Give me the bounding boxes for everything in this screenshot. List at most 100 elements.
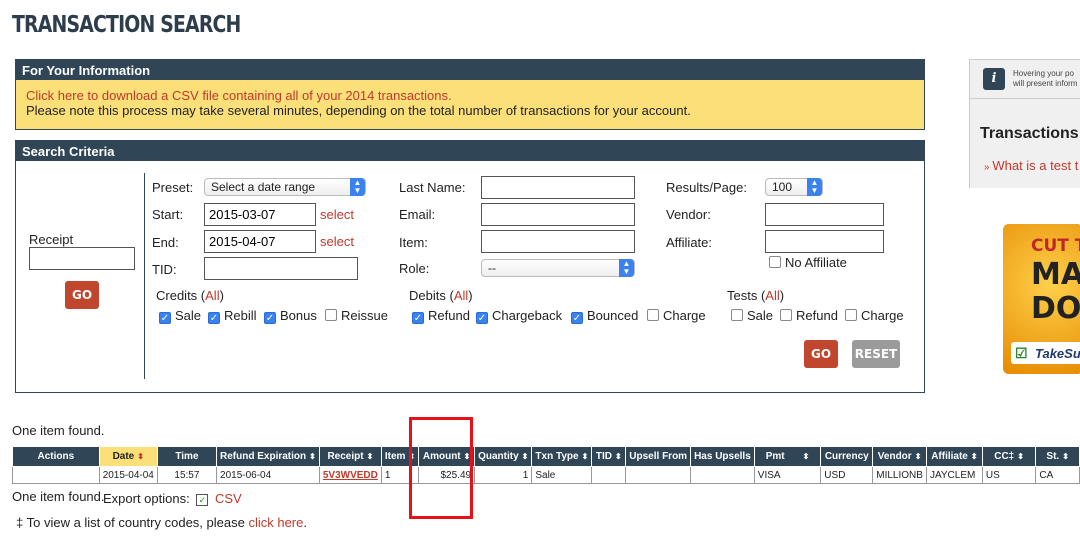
credits-label: Credits <box>156 288 198 303</box>
checkmark-icon: ✓ <box>571 312 583 324</box>
column-header-sortable[interactable]: Pmt ⬍ <box>753 446 822 467</box>
receipt-go-button[interactable]: GO <box>65 281 99 309</box>
debits-charge-checkbox[interactable]: Charge <box>647 308 706 323</box>
end-select-link[interactable]: select <box>320 234 354 249</box>
csv-download-link[interactable]: Click here to download a CSV file contai… <box>26 88 914 103</box>
checkmark-icon: ✓ <box>208 312 220 324</box>
affiliate-input[interactable] <box>765 230 884 253</box>
sort-icon: ⬍ <box>914 452 922 461</box>
debits-chargeback-checkbox[interactable]: ✓ Chargeback <box>476 308 562 324</box>
credits-sale-checkbox[interactable]: ✓ Sale <box>159 308 201 324</box>
table-cell <box>690 466 755 484</box>
results-per-page-select[interactable]: 100 ▲ ▼ <box>765 178 823 196</box>
sort-icon: ⬍ <box>970 452 978 461</box>
column-header: Has Upsells <box>690 446 755 467</box>
info-panel: For Your Information Click here to downl… <box>15 59 925 130</box>
checkmark-icon: ✓ <box>159 312 171 324</box>
table-cell: 5V3WVEDD <box>318 466 382 484</box>
receipt-label: Receipt <box>29 232 74 247</box>
vendor-input[interactable] <box>765 203 884 226</box>
last-name-input[interactable] <box>481 176 635 199</box>
debits-refund-checkbox[interactable]: ✓ Refund <box>412 308 470 324</box>
start-select-link[interactable]: select <box>320 207 354 222</box>
table-cell: US <box>981 466 1037 484</box>
column-header-sortable[interactable]: TID ⬍ <box>591 446 627 467</box>
divider <box>144 173 145 379</box>
advertisement-banner[interactable]: CUT T MA DOL ☑ TakeSu <box>1003 224 1080 374</box>
column-header: Upsell From <box>625 446 692 467</box>
sort-icon: ⬍ <box>137 452 144 461</box>
spreadsheet-icon[interactable]: ✓ <box>196 494 209 506</box>
debits-bounced-label: Bounced <box>587 308 639 323</box>
receipt-link[interactable]: 5V3WVEDD <box>323 470 378 481</box>
no-affiliate-label: No Affiliate <box>785 255 847 270</box>
sort-icon: ⬍ <box>366 452 374 461</box>
column-header-sortable[interactable]: Receipt ⬍ <box>318 446 382 467</box>
column-header-sortable[interactable]: Affiliate ⬍ <box>925 446 983 467</box>
checkmark-icon: ✓ <box>264 312 276 324</box>
checkbox-unchecked-icon <box>769 256 781 268</box>
email-input[interactable] <box>481 203 635 226</box>
ad-brand: TakeSu <box>1035 346 1080 361</box>
tests-refund-checkbox[interactable]: Refund <box>780 308 838 323</box>
role-select[interactable]: -- ▲ ▼ <box>481 259 635 277</box>
credits-sale-label: Sale <box>175 308 202 323</box>
no-affiliate-checkbox[interactable]: No Affiliate <box>769 255 847 270</box>
table-cell: MILLIONB <box>872 466 927 484</box>
credits-reissue-checkbox[interactable]: Reissue <box>325 308 388 323</box>
tests-charge-checkbox[interactable]: Charge <box>845 308 904 323</box>
end-date-input[interactable] <box>204 230 316 253</box>
country-codes-link[interactable]: click here <box>248 515 303 530</box>
column-header-label: Refund Expiration <box>220 451 307 462</box>
export-options: Export options: ✓ CSV <box>103 491 242 506</box>
sidebar-hover-text: Hovering your po will present inform <box>1013 69 1077 89</box>
column-header-label: Currency <box>824 451 869 462</box>
column-header-sortable[interactable]: Txn Type ⬍ <box>531 446 593 467</box>
tid-input[interactable] <box>204 257 358 280</box>
column-header-sortable[interactable]: Refund Expiration ⬍ <box>216 446 320 467</box>
debits-heading: Debits (All) <box>409 288 473 303</box>
credits-heading: Credits (All) <box>156 288 224 303</box>
sort-icon: ⬍ <box>581 452 589 461</box>
column-header-label: Actions <box>37 451 75 462</box>
search-go-button[interactable]: GO <box>804 340 838 368</box>
preset-select-value: Select a date range <box>211 180 316 194</box>
start-date-input[interactable] <box>204 203 316 226</box>
credits-bonus-checkbox[interactable]: ✓ Bonus <box>264 308 317 324</box>
preset-select[interactable]: Select a date range ▲ ▼ <box>204 178 366 196</box>
table-cell: VISA <box>753 466 822 484</box>
column-header-label: Has Upsells <box>694 451 751 462</box>
item-input[interactable] <box>481 230 635 253</box>
column-header-sortable[interactable]: St. ⬍ <box>1035 446 1080 467</box>
column-header-sortable[interactable]: CC‡ ⬍ <box>981 446 1037 467</box>
tests-sale-checkbox[interactable]: Sale <box>731 308 773 323</box>
chevron-updown-icon: ▲ ▼ <box>619 259 634 277</box>
checkbox-unchecked-icon <box>731 309 743 321</box>
results-per-page-value: 100 <box>772 180 793 194</box>
export-label: Export options: <box>103 491 190 506</box>
table-cell: USD <box>820 466 874 484</box>
receipt-input[interactable] <box>29 247 135 270</box>
column-header-sortable[interactable]: Quantity ⬍ <box>474 446 533 467</box>
search-reset-button[interactable]: RESET <box>852 340 900 368</box>
sort-icon: ⬍ <box>521 452 529 461</box>
column-header-sortable[interactable]: Vendor ⬍ <box>872 446 927 467</box>
table-cell <box>625 466 692 484</box>
debits-bounced-checkbox[interactable]: ✓ Bounced <box>571 308 638 324</box>
debits-all-link[interactable]: All <box>454 288 468 303</box>
footnote-period: . <box>303 515 307 530</box>
checkbox-unchecked-icon <box>325 309 337 321</box>
sidebar-test-link[interactable]: What is a test t <box>992 158 1078 173</box>
ad-text: DOL <box>1031 291 1080 326</box>
end-label: End: <box>152 235 179 250</box>
last-name-label: Last Name: <box>399 180 466 195</box>
tests-all-link[interactable]: All <box>765 288 779 303</box>
column-header-sortable[interactable]: Date ⬍ <box>98 446 158 467</box>
credits-rebill-checkbox[interactable]: ✓ Rebill <box>208 308 257 324</box>
export-csv-link[interactable]: CSV <box>215 491 242 506</box>
sort-icon: ⬍ <box>309 452 316 461</box>
credits-all-link[interactable]: All <box>205 288 219 303</box>
results-count: One item found. <box>12 423 105 438</box>
column-header-label: Quantity <box>478 451 519 462</box>
hover-text-line: will present inform <box>1013 79 1078 88</box>
